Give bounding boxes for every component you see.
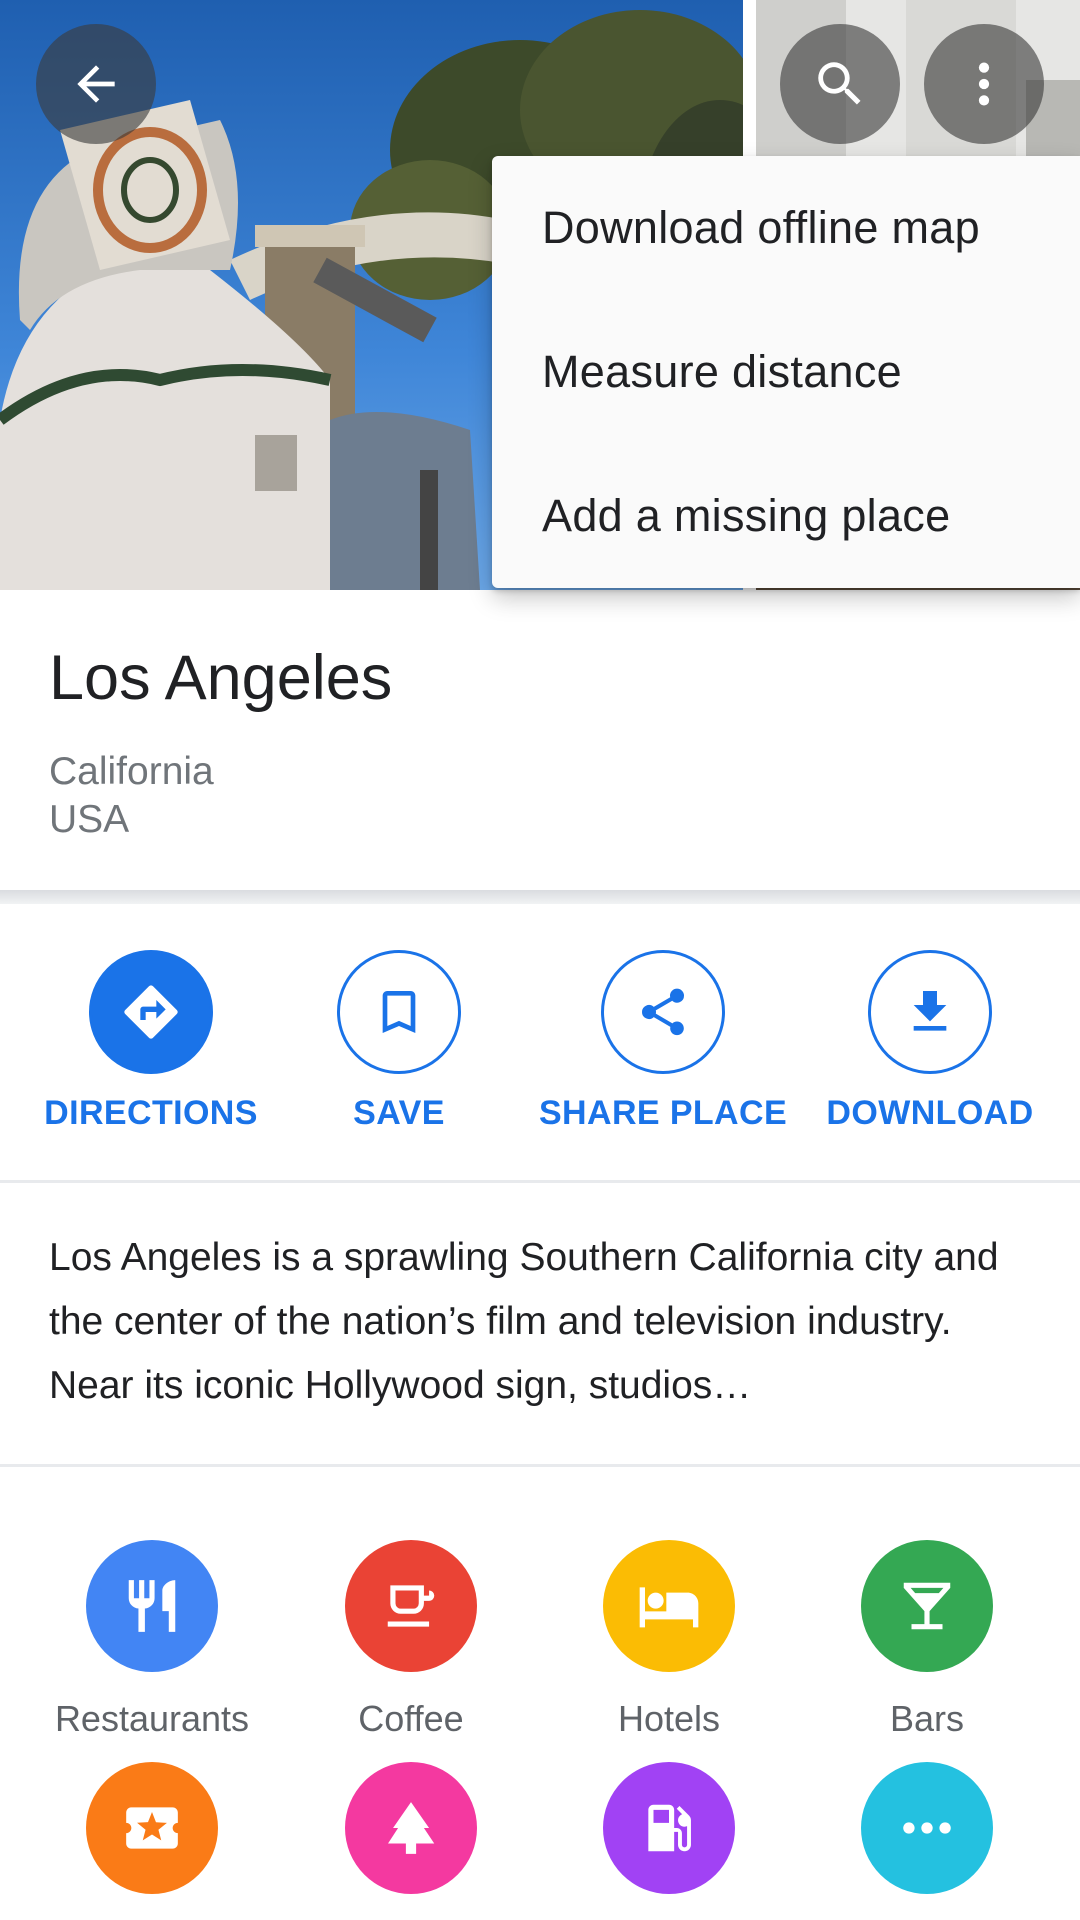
category-circle [86, 1762, 218, 1894]
search-button[interactable] [780, 24, 900, 144]
more-options-button[interactable] [924, 24, 1044, 144]
more-horiz-icon [903, 1822, 951, 1834]
category-circle [86, 1540, 218, 1672]
section-divider [0, 1464, 1080, 1467]
place-title: Los Angeles [49, 643, 393, 713]
save-label: SAVE [353, 1094, 445, 1132]
category-things-to-do[interactable] [23, 1762, 281, 1894]
category-label: Bars [889, 1698, 965, 1739]
share-icon [641, 988, 685, 1036]
directions-circle [89, 950, 213, 1074]
place-region: California [49, 750, 214, 793]
directions-button[interactable]: DIRECTIONS [31, 950, 271, 1133]
category-circle [603, 1762, 735, 1894]
coffee-icon [387, 1585, 435, 1627]
category-label: Hotels [617, 1698, 721, 1739]
park-icon [388, 1802, 435, 1854]
category-label: Coffee [358, 1698, 464, 1739]
category-label: Restaurants [54, 1698, 250, 1739]
category-bars[interactable]: Bars [798, 1540, 1056, 1740]
download-button[interactable]: DOWNLOAD [810, 950, 1050, 1133]
category-more[interactable] [798, 1762, 1056, 1894]
action-bar: DIRECTIONS SAVE SHARE PLACE DOWNLOAD [0, 904, 1080, 1183]
ticket-icon [126, 1807, 178, 1849]
share-circle [601, 950, 725, 1074]
category-parks[interactable] [282, 1762, 540, 1894]
category-circle [603, 1540, 735, 1672]
share-place-button[interactable]: SHARE PLACE [539, 950, 787, 1133]
download-circle [868, 950, 992, 1074]
search-icon [818, 62, 861, 105]
directions-icon [124, 985, 178, 1039]
save-circle [337, 950, 461, 1074]
share-place-label: SHARE PLACE [538, 1094, 788, 1132]
category-circle [861, 1540, 993, 1672]
gas-station-icon [648, 1804, 691, 1852]
arrow-back-icon [77, 65, 115, 103]
hotel-icon [639, 1587, 699, 1628]
category-hotels[interactable]: Hotels [540, 1540, 798, 1740]
place-description[interactable]: Los Angeles is a sprawling Southern Cali… [49, 1226, 1039, 1418]
bar-icon [903, 1582, 951, 1630]
save-button[interactable]: SAVE [279, 950, 519, 1133]
category-gas[interactable] [540, 1762, 798, 1894]
menu-item-add-missing-place[interactable]: Add a missing place [492, 444, 1080, 588]
download-icon [913, 991, 947, 1031]
category-circle [345, 1540, 477, 1672]
section-divider [0, 890, 1080, 904]
bookmark-icon [382, 991, 416, 1033]
more-vert-icon [978, 62, 990, 106]
restaurant-icon [128, 1580, 176, 1632]
overflow-menu: Download offline map Measure distance Ad… [492, 156, 1080, 588]
download-label: DOWNLOAD [826, 1094, 1034, 1132]
place-header: Los Angeles California USA [0, 590, 1080, 890]
category-circle [345, 1762, 477, 1894]
menu-item-download-offline-map[interactable]: Download offline map [492, 156, 1080, 300]
place-country: USA [49, 798, 130, 841]
category-coffee[interactable]: Coffee [282, 1540, 540, 1740]
menu-item-measure-distance[interactable]: Measure distance [492, 300, 1080, 444]
back-button[interactable] [36, 24, 156, 144]
directions-label: DIRECTIONS [44, 1094, 258, 1132]
category-restaurants[interactable]: Restaurants [23, 1540, 281, 1740]
category-circle [861, 1762, 993, 1894]
